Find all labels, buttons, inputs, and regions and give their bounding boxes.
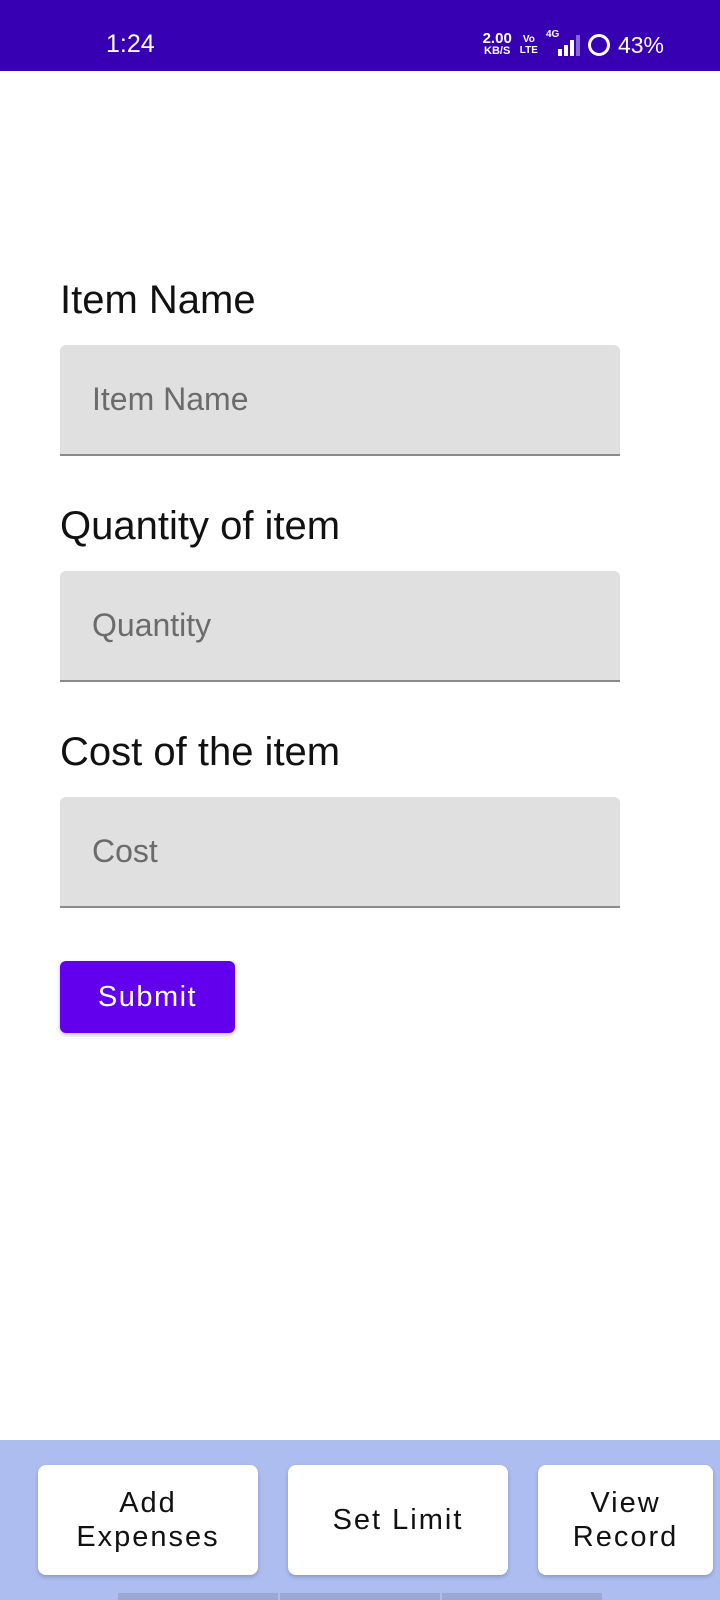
status-time: 1:24 — [106, 30, 155, 58]
cost-input[interactable] — [60, 797, 620, 906]
battery-icon — [587, 34, 610, 56]
signal-icon: 4G — [546, 29, 580, 56]
network-speed-unit: KB/S — [484, 45, 511, 57]
nav-indicator-strip — [118, 1593, 602, 1600]
volte-bottom: LTE — [519, 45, 538, 56]
volte-indicator: Vo LTE — [520, 34, 538, 56]
quantity-field[interactable] — [60, 571, 620, 682]
item-name-label: Item Name — [60, 278, 256, 322]
status-icons: 2.00 KB/S Vo LTE 4G 43% — [482, 29, 664, 60]
network-type: 4G — [545, 29, 560, 40]
network-speed-value: 2.00 — [482, 30, 512, 47]
quantity-label: Quantity of item — [60, 504, 341, 548]
set-limit-button[interactable]: Set Limit — [288, 1465, 508, 1575]
cost-field[interactable] — [60, 797, 620, 908]
submit-button[interactable]: Submit — [60, 961, 235, 1033]
quantity-input[interactable] — [60, 571, 620, 680]
battery-percent: 43% — [617, 31, 664, 58]
view-record-button[interactable]: View Record — [538, 1465, 713, 1575]
cost-label: Cost of the item — [60, 730, 341, 774]
bottom-nav-bar: Add Expenses Set Limit View Record — [0, 1440, 720, 1600]
network-speed: 2.00 KB/S — [482, 30, 512, 58]
status-bar: 1:24 2.00 KB/S Vo LTE 4G 43% — [0, 0, 720, 71]
item-name-field[interactable] — [60, 345, 620, 456]
item-name-input[interactable] — [60, 345, 620, 454]
add-expenses-button[interactable]: Add Expenses — [38, 1465, 258, 1575]
volte-top: Vo — [522, 34, 535, 45]
